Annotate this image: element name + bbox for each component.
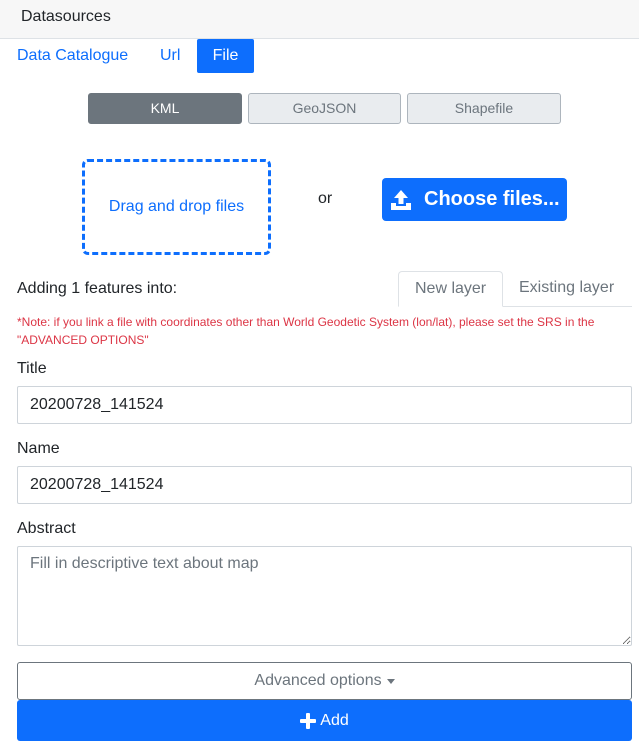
tab-new-layer[interactable]: New layer [398, 271, 504, 307]
caret-down-icon [386, 678, 395, 684]
choose-files-label: Choose files... [424, 188, 560, 210]
file-dropzone[interactable]: Drag and drop files [82, 159, 271, 255]
advanced-options-label: Advanced options [254, 672, 382, 689]
name-label: Name [17, 440, 60, 457]
panel-title: Datasources [21, 8, 111, 25]
add-button[interactable]: Add [17, 700, 632, 741]
adding-features-label: Adding 1 features into: [17, 280, 178, 297]
title-input[interactable] [17, 386, 632, 424]
srs-warning-note: *Note: if you link a file with coordinat… [17, 315, 595, 347]
tab-url[interactable]: Url [144, 39, 196, 73]
abstract-textarea[interactable] [17, 546, 632, 646]
name-input[interactable] [17, 466, 632, 504]
file-type-shapefile-button[interactable]: Shapefile [407, 93, 561, 124]
file-type-kml-button[interactable]: KML [88, 93, 242, 124]
panel-header: Datasources [0, 0, 639, 39]
tab-existing-layer[interactable]: Existing layer [503, 271, 630, 307]
upload-icon [391, 189, 411, 210]
add-label: Add [320, 711, 349, 729]
title-label: Title [17, 360, 47, 377]
abstract-label: Abstract [17, 520, 76, 537]
tab-data-catalogue[interactable]: Data Catalogue [1, 39, 144, 73]
choose-files-button[interactable]: Choose files... [382, 178, 567, 221]
source-tabs: Data Catalogue Url File [0, 39, 639, 73]
dropzone-label: Drag and drop files [108, 198, 245, 215]
file-type-geojson-button[interactable]: GeoJSON [248, 93, 401, 124]
tab-file[interactable]: File [197, 39, 254, 73]
or-label: or [318, 190, 333, 207]
plus-icon [300, 712, 317, 729]
advanced-options-button[interactable]: Advanced options [17, 662, 632, 700]
